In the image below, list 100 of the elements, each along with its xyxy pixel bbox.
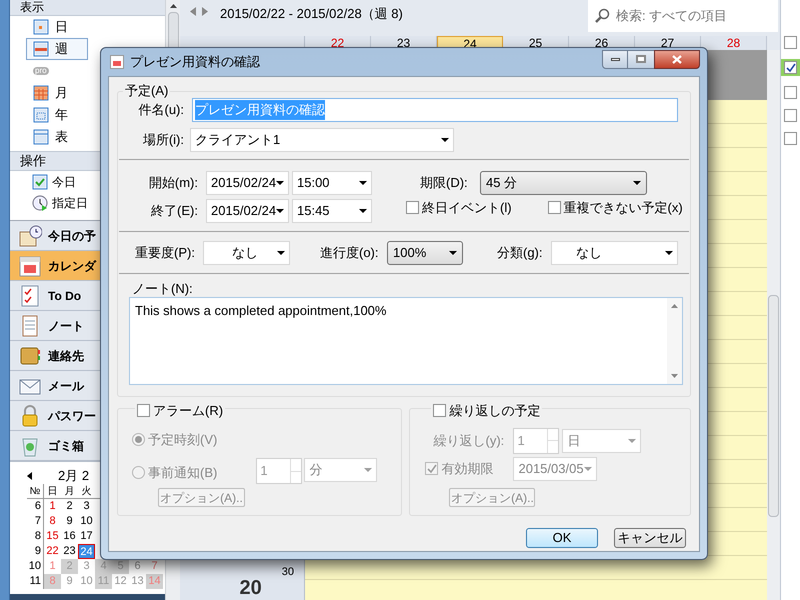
next-icon[interactable] [202,7,208,16]
day-cell[interactable]: 17 [78,529,95,544]
caret-icon [633,181,641,185]
checkbox[interactable] [425,462,438,475]
week-number: 8 [27,529,44,544]
scroll-down-icon[interactable] [671,374,678,378]
day-cell[interactable]: 22 [44,544,61,559]
day-cell[interactable]: 9 [61,514,78,529]
calendar-icon [33,19,49,35]
caret-icon [584,466,592,470]
field-label: 繰り返し(y): [433,432,506,450]
week-number: 7 [27,514,44,529]
calendar-icon [33,129,49,145]
maximize-button[interactable] [628,50,654,68]
agenda-icon [18,224,42,248]
calendar-icon [33,41,49,57]
day-cell[interactable]: 15 [44,529,61,544]
dropdown[interactable]: 分 [304,458,378,482]
checkbox[interactable] [784,132,797,145]
month-label: 2月 2 [58,467,90,486]
action-item[interactable]: 指定日 [10,192,92,213]
previous-icon[interactable] [27,472,32,480]
caret-icon [359,209,367,213]
checkbox-label: 重複できない予定(x) [564,198,683,217]
dropdown[interactable]: 15:00 [292,171,372,195]
caret-icon [628,438,636,442]
section-header: 表示 [10,0,165,16]
radio-button[interactable] [132,466,145,479]
dropdown[interactable]: 2015/02/24 [206,199,289,223]
week-number: 6 [27,499,44,514]
dropdown[interactable]: 15:45 [292,199,372,223]
checkbox[interactable] [784,109,797,122]
day-cell[interactable]: 10 [78,514,95,529]
note-field[interactable]: This shows a completed appointment,100% [129,297,683,385]
field-label: 開始(m): [148,174,198,192]
week-number: 9 [27,544,44,559]
calendar-icon [33,107,49,123]
calendar-icon [18,254,42,278]
pro-badge: pro [33,67,49,75]
caret-icon [359,181,367,185]
day-cell[interactable]: 23 [61,544,78,559]
day-cell[interactable]: 3 [78,499,95,514]
day-cell[interactable]: 1 [44,499,61,514]
dropdown[interactable]: クライアント1 [190,128,454,152]
window-title: プレゼン用資料の確認 [130,53,260,72]
group-label: 予定(A) [123,83,170,99]
dropdown[interactable]: 日 [562,428,642,452]
close-icon [672,54,682,64]
action-item[interactable]: 今日 [10,171,92,192]
column-header: 月 [64,485,76,498]
checkbox[interactable] [784,86,797,99]
dropdown[interactable]: なし [551,241,678,265]
view-item[interactable]: 日 [26,16,88,38]
view-item[interactable]: 表 [26,126,88,148]
caret-icon [441,138,449,142]
dropdown[interactable]: 100% [387,241,463,265]
scrollbar[interactable] [767,50,780,600]
day-cell[interactable]: 2 [61,499,78,514]
checkbox[interactable] [137,404,150,418]
scroll-up-icon[interactable] [170,4,176,8]
view-item[interactable]: 月 [26,82,88,104]
scrollbar-thumb[interactable] [768,295,779,517]
field-label: 分類(g): [497,244,544,262]
checkbox[interactable] [784,61,797,74]
checkbox-label: 終日イベント(l) [422,198,512,217]
dialog-button[interactable]: キャンセル [614,528,686,548]
column-header: № [27,484,44,498]
caret-icon [364,468,372,472]
dropdown[interactable]: 2015/02/24 [206,171,289,195]
radio-button[interactable] [132,432,145,446]
checkbox[interactable] [433,404,446,418]
minute-label: 30 [282,564,294,580]
checkbox[interactable] [784,36,797,49]
column-header: 日 [46,485,58,498]
column-header: 火 [80,484,92,498]
checkbox[interactable] [406,201,419,214]
day-header[interactable]: 28 [701,36,767,50]
dropdown[interactable]: 2015/03/05 [513,456,598,480]
calendar-icon [33,85,49,101]
caret-icon [665,251,673,255]
minimize-button[interactable] [602,50,628,68]
view-item[interactable]: 年 [26,104,88,126]
close-button[interactable] [654,50,700,68]
dialog-button[interactable]: OK [526,528,598,548]
dropdown[interactable]: 45 分 [480,171,647,195]
day-cell[interactable]: 16 [61,529,78,544]
checkbox[interactable] [548,201,561,214]
dropdown[interactable]: なし [203,241,290,265]
search-field[interactable]: 検索: すべての項目 [588,0,778,32]
caret-icon [276,209,284,213]
checkbox-label: 有効期限 [441,460,494,478]
hour-label: 20 [240,578,262,598]
clock-icon [32,194,48,210]
day-cell[interactable]: 8 [44,514,61,529]
calendar-check-icon [32,174,48,190]
search-icon [594,8,612,24]
field-label: 場所(i): [142,131,184,150]
view-item[interactable]: 週 [26,38,88,60]
caret-icon [277,251,285,255]
radio-label: 事前通知(B) [148,464,218,482]
